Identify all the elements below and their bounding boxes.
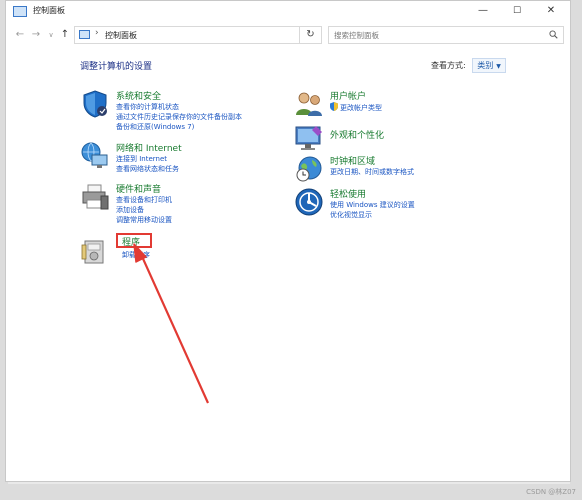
- programs-icon: [81, 240, 104, 264]
- category-title[interactable]: 轻松使用: [330, 187, 366, 200]
- category-title[interactable]: 网络和 Internet: [116, 141, 182, 154]
- background-right-edge: [570, 0, 582, 500]
- search-input[interactable]: 搜索控制面板: [328, 26, 564, 44]
- category-title[interactable]: 用户帐户: [330, 89, 366, 102]
- view-by: 查看方式: 类别 ▼: [431, 58, 506, 73]
- forward-button[interactable]: →: [29, 28, 43, 42]
- page-title: 调整计算机的设置: [80, 62, 153, 72]
- category-link[interactable]: 添加设备: [116, 205, 144, 215]
- category-link[interactable]: 查看你的计算机状态: [116, 102, 179, 112]
- accessibility-icon: [295, 188, 323, 216]
- path-box[interactable]: › 控制面板: [74, 26, 300, 44]
- category-link[interactable]: 连接到 Internet: [116, 154, 167, 164]
- window-title: 控制面板: [33, 6, 65, 15]
- users-icon: [296, 92, 322, 116]
- up-button[interactable]: ↑: [58, 28, 72, 42]
- watermark: CSDN @林Z07: [526, 488, 576, 496]
- address-bar: ← → ∨ ↑ › 控制面板 ↻ 搜索控制面板: [6, 23, 570, 49]
- appearance-icon: [295, 126, 322, 150]
- category-link[interactable]: 使用 Windows 建议的设置: [330, 200, 415, 210]
- minimize-button[interactable]: —: [466, 1, 500, 21]
- annotation-highlight-box: [116, 233, 152, 248]
- close-button[interactable]: ✕: [534, 1, 568, 21]
- recent-locations-button[interactable]: ∨: [44, 28, 58, 42]
- refresh-button[interactable]: ↻: [300, 26, 322, 44]
- search-icon[interactable]: [549, 30, 558, 39]
- category-link[interactable]: 卸载程序: [122, 250, 150, 260]
- view-by-label: 查看方式:: [431, 61, 466, 70]
- control-panel-icon: [79, 30, 90, 39]
- view-by-dropdown[interactable]: 类别 ▼: [472, 58, 506, 73]
- title-bar: 控制面板 — ☐ ✕: [6, 1, 570, 23]
- background-bottom-edge: [0, 484, 582, 500]
- category-link[interactable]: 备份和还原(Windows 7): [116, 122, 194, 132]
- control-panel-window: 控制面板 — ☐ ✕ ← → ∨ ↑ › 控制面板 ↻ 搜索控制面板 调整计算机…: [5, 0, 571, 482]
- category-link[interactable]: 更改日期、时间或数字格式: [330, 167, 414, 177]
- category-title[interactable]: 外观和个性化: [330, 128, 384, 141]
- category-link[interactable]: 查看网络状态和任务: [116, 164, 179, 174]
- category-title[interactable]: 硬件和声音: [116, 182, 161, 195]
- clock-icon: [296, 156, 322, 182]
- maximize-button[interactable]: ☐: [500, 1, 534, 21]
- search-placeholder: 搜索控制面板: [334, 31, 379, 40]
- category-link[interactable]: 查看设备和打印机: [116, 195, 172, 205]
- view-by-value: 类别: [477, 61, 494, 70]
- printer-icon: [82, 184, 109, 210]
- category-link[interactable]: 调整常用移动设置: [116, 215, 172, 225]
- chevron-down-icon: ▼: [496, 63, 501, 70]
- breadcrumb[interactable]: 控制面板: [105, 30, 137, 41]
- control-panel-icon: [13, 6, 27, 17]
- category-link[interactable]: 通过文件历史记录保存你的文件备份副本: [116, 112, 242, 122]
- category-link[interactable]: 优化视觉显示: [330, 210, 372, 220]
- shield-icon: [83, 90, 107, 118]
- category-link[interactable]: 更改帐户类型: [340, 103, 382, 113]
- back-button[interactable]: ←: [13, 28, 27, 42]
- network-icon: [81, 142, 108, 168]
- chevron-right-icon: ›: [95, 28, 99, 38]
- category-title[interactable]: 系统和安全: [116, 89, 161, 102]
- uac-shield-icon: [330, 102, 338, 111]
- category-title[interactable]: 时钟和区域: [330, 154, 375, 167]
